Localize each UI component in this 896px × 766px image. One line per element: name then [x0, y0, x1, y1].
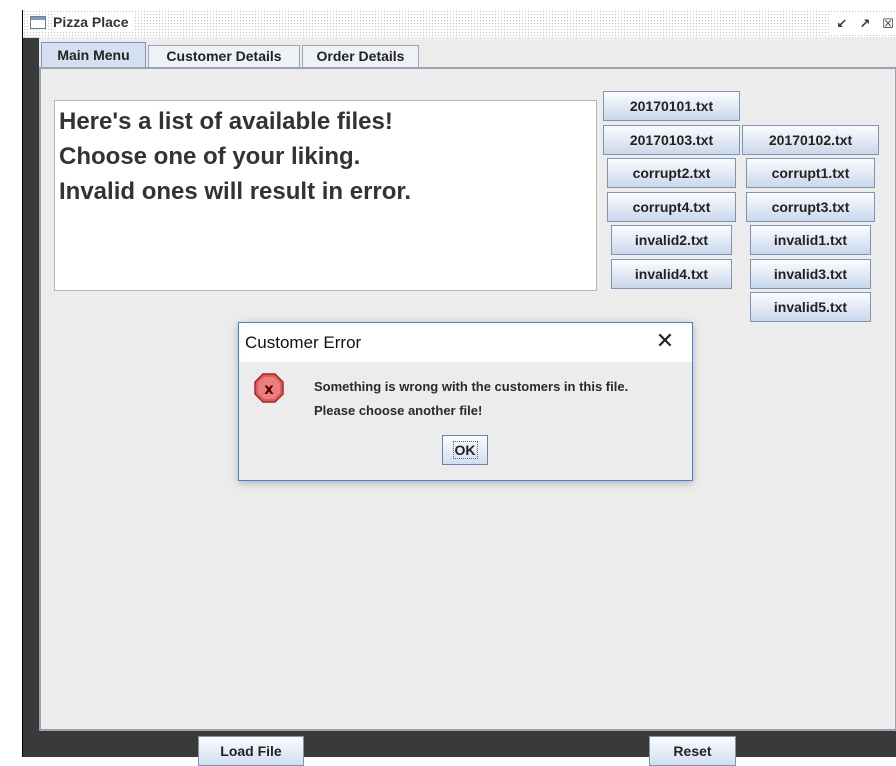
- maximize-icon[interactable]: ↗: [856, 16, 874, 34]
- minimize-icon[interactable]: ↙: [833, 16, 851, 34]
- file-button-corrupt1[interactable]: corrupt1.txt: [746, 158, 875, 188]
- info-line-2: Choose one of your liking.: [59, 143, 361, 170]
- svg-text:x: x: [264, 380, 274, 398]
- ok-button-label: OK: [452, 441, 478, 459]
- dialog-title-bar[interactable]: Customer Error ✕: [239, 323, 692, 362]
- app-window-icon: [30, 16, 46, 29]
- tab-order-details[interactable]: Order Details: [302, 45, 419, 67]
- tab-main-menu[interactable]: Main Menu: [41, 42, 146, 68]
- file-list-info: Here's a list of available files! Choose…: [54, 100, 597, 291]
- window-title: Pizza Place: [53, 14, 135, 30]
- customer-error-dialog: Customer Error ✕ x Something is wrong wi…: [238, 322, 693, 481]
- file-button-invalid5[interactable]: invalid5.txt: [750, 292, 871, 322]
- ok-button[interactable]: OK: [442, 435, 488, 465]
- file-button-20170103[interactable]: 20170103.txt: [603, 125, 740, 155]
- reset-button[interactable]: Reset: [649, 736, 736, 766]
- dialog-title: Customer Error: [245, 333, 362, 352]
- load-file-button[interactable]: Load File: [198, 736, 304, 766]
- file-button-corrupt3[interactable]: corrupt3.txt: [746, 192, 875, 222]
- info-line-3: Invalid ones will result in error.: [59, 178, 412, 205]
- file-button-invalid3[interactable]: invalid3.txt: [750, 259, 871, 289]
- info-line-1: Here's a list of available files!: [59, 108, 393, 135]
- tab-customer-details[interactable]: Customer Details: [148, 45, 300, 67]
- file-button-20170102[interactable]: 20170102.txt: [742, 125, 879, 155]
- dialog-close-icon[interactable]: ✕: [652, 329, 678, 355]
- title-bar[interactable]: Pizza Place ↙ ↗ ☒: [23, 10, 896, 38]
- file-button-20170101[interactable]: 20170101.txt: [603, 91, 740, 121]
- dialog-message-line-1: Something is wrong with the customers in…: [314, 379, 629, 394]
- file-button-invalid4[interactable]: invalid4.txt: [611, 259, 732, 289]
- window-controls: ↙ ↗ ☒: [828, 13, 896, 34]
- file-button-corrupt2[interactable]: corrupt2.txt: [607, 158, 736, 188]
- file-button-invalid1[interactable]: invalid1.txt: [750, 225, 871, 255]
- tab-bar: Main Menu Customer Details Order Details: [39, 37, 896, 68]
- dialog-message-line-2: Please choose another file!: [314, 403, 483, 418]
- file-button-corrupt4[interactable]: corrupt4.txt: [607, 192, 736, 222]
- error-icon: x: [254, 373, 284, 403]
- bottom-button-bar: Load File Reset: [23, 731, 896, 766]
- close-icon[interactable]: ☒: [879, 16, 896, 34]
- file-button-invalid2[interactable]: invalid2.txt: [611, 225, 732, 255]
